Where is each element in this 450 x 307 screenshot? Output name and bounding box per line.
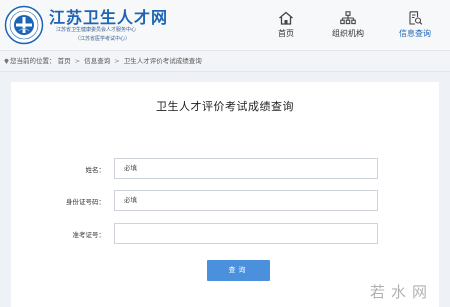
site-header: 江苏卫生人才网 江苏省卫生健康委员会人才服务中心 （江苏省医学考试中心） 首页 … [0, 0, 450, 51]
name-label: 姓名： [85, 166, 106, 174]
site-subtitle: 江苏省卫生健康委员会人才服务中心 [56, 27, 137, 33]
site-subtitle-secondary: （江苏省医学考试中心） [75, 36, 131, 42]
nav-item-organization[interactable]: 组织机构 [326, 0, 370, 50]
nav-label-info-query: 信息查询 [399, 29, 431, 38]
home-icon [279, 11, 293, 25]
breadcrumb-separator: > [74, 57, 81, 65]
breadcrumb: 您当前的位置： 首页 > 信息查询 > 卫生人才评价考试成绩查询 [0, 51, 450, 72]
nav-label-organization: 组织机构 [332, 29, 364, 38]
breadcrumb-separator: > [114, 57, 120, 65]
nav-item-info-query[interactable]: 信息查询 [384, 0, 446, 50]
breadcrumb-prefix: 您当前的位置： [10, 57, 56, 65]
nav-label-home: 首页 [278, 29, 294, 38]
nav-item-home[interactable]: 首页 [268, 0, 304, 50]
watermark: 若水网 [370, 283, 434, 301]
logo-seal-icon[interactable] [4, 5, 44, 45]
id-number-label: 身份证号码： [66, 198, 105, 206]
breadcrumb-link-info-query[interactable]: 信息查询 [84, 57, 110, 65]
location-pin-icon [4, 58, 9, 64]
document-search-icon [409, 11, 423, 25]
query-button[interactable]: 查询 [207, 260, 270, 281]
admission-ticket-label: 准考证号： [72, 231, 106, 239]
site-title[interactable]: 江苏卫生人才网 [49, 4, 168, 28]
id-number-input[interactable]: 必填 [114, 190, 378, 211]
org-chart-icon [340, 11, 356, 25]
breadcrumb-link-home[interactable]: 首页 [58, 57, 71, 65]
breadcrumb-current: 卫生人才评价考试成绩查询 [123, 57, 202, 65]
page-title: 卫生人才评价考试成绩查询 [156, 100, 294, 113]
name-input[interactable]: 必填 [114, 158, 378, 179]
admission-ticket-input[interactable] [114, 223, 378, 244]
